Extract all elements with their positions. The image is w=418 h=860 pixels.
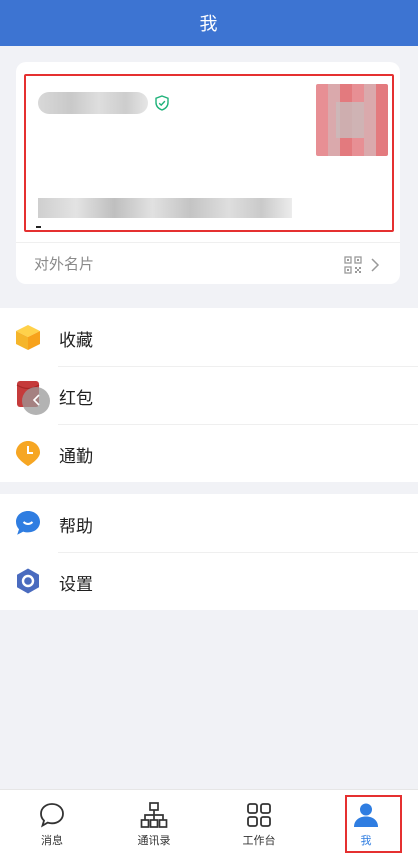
bottom-tab-bar: 消息 通讯录 工作台 我 bbox=[0, 789, 418, 860]
blurred-avatar bbox=[316, 84, 388, 156]
tab-messages[interactable]: 消息 bbox=[0, 790, 104, 856]
tab-contacts[interactable]: 通讯录 bbox=[102, 790, 206, 856]
menu-label-favorites: 收藏 bbox=[59, 331, 93, 351]
menu-item-settings[interactable]: 设置 bbox=[0, 552, 418, 610]
menu-label-commute: 通勤 bbox=[59, 447, 93, 467]
tab-workbench[interactable]: 工作台 bbox=[207, 790, 311, 856]
box-icon bbox=[16, 325, 40, 350]
profile-highlight-box bbox=[24, 74, 394, 232]
menu-item-commute[interactable]: 通勤 bbox=[0, 424, 418, 482]
menu-label-red-packet: 红包 bbox=[59, 389, 93, 409]
red-packet-icon bbox=[16, 381, 50, 415]
message-icon bbox=[40, 803, 64, 828]
profile-card[interactable]: 对外名片 bbox=[16, 62, 400, 284]
grid-icon bbox=[247, 803, 271, 827]
chat-bubble-icon bbox=[16, 511, 40, 535]
org-chart-icon bbox=[140, 802, 168, 828]
menu-label-settings: 设置 bbox=[59, 575, 93, 595]
business-card-row[interactable]: 对外名片 bbox=[16, 242, 400, 285]
page-title: 我 bbox=[199, 14, 219, 35]
verified-shield-icon bbox=[155, 95, 169, 111]
menu-item-favorites[interactable]: 收藏 bbox=[0, 308, 418, 366]
tab-highlight-box bbox=[345, 795, 402, 853]
menu-group-primary: 收藏 红包 通勤 bbox=[0, 308, 418, 482]
business-card-label: 对外名片 bbox=[34, 255, 95, 273]
tab-label-contacts: 通讯录 bbox=[137, 834, 171, 847]
tab-label-workbench: 工作台 bbox=[242, 834, 276, 847]
dash-mark bbox=[36, 226, 41, 228]
hexagon-gear-icon bbox=[17, 568, 39, 594]
qr-code-icon bbox=[344, 256, 362, 274]
tab-label-messages: 消息 bbox=[41, 834, 63, 847]
clock-pin-icon bbox=[16, 441, 40, 466]
menu-label-help: 帮助 bbox=[59, 517, 93, 537]
top-header: 我 bbox=[0, 0, 418, 46]
blurred-user-name bbox=[38, 92, 148, 114]
menu-item-help[interactable]: 帮助 bbox=[0, 494, 418, 552]
menu-group-secondary: 帮助 设置 bbox=[0, 494, 418, 610]
blurred-company-text bbox=[38, 198, 292, 218]
chevron-right-icon bbox=[371, 258, 380, 272]
menu-item-red-packet[interactable]: 红包 bbox=[0, 366, 418, 424]
